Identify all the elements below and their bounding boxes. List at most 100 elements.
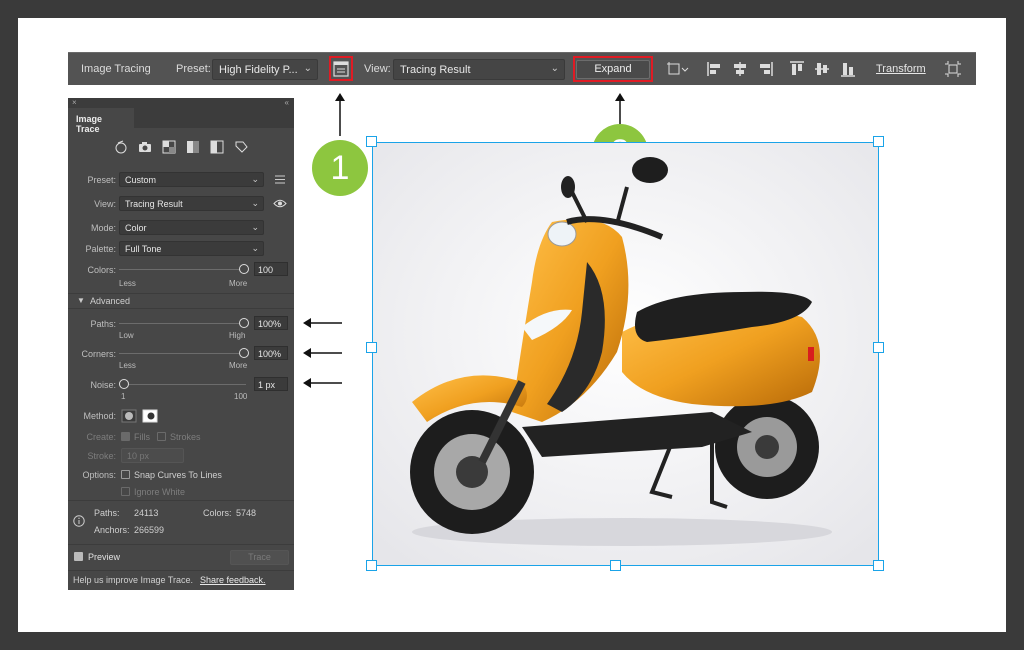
paths-min-label: Low xyxy=(119,331,134,340)
align-top-icon[interactable] xyxy=(788,60,806,78)
camera-icon[interactable] xyxy=(138,140,152,154)
isolate-icon[interactable] xyxy=(944,60,962,78)
close-icon[interactable]: × xyxy=(72,98,77,107)
view-dropdown[interactable]: Tracing Result ⌄ xyxy=(393,59,565,80)
resize-handle-top-right[interactable] xyxy=(873,136,884,147)
divider xyxy=(68,570,294,571)
preset-list-icon[interactable] xyxy=(274,174,286,185)
preset-icons-row xyxy=(68,138,294,158)
strokes-label: Strokes xyxy=(170,432,201,442)
colors-value-field[interactable]: 100 xyxy=(254,262,288,276)
preset-dropdown[interactable]: High Fidelity P... ⌄ xyxy=(212,59,318,80)
paths-row: Paths: 100% Low High xyxy=(68,316,294,346)
chevron-down-icon: ⌄ xyxy=(251,198,259,208)
panel-preset-dropdown[interactable]: Custom ⌄ xyxy=(119,172,264,187)
tab-image-trace[interactable]: Image Trace xyxy=(68,108,134,134)
stats-anchors-value: 266599 xyxy=(134,525,165,535)
align-left-icon[interactable] xyxy=(706,60,724,78)
chevron-down-icon: ⌄ xyxy=(550,63,559,74)
panel-preset-value: Custom xyxy=(125,175,157,185)
image-trace-panel: × « Image Trace Preset: Custom ⌄ View: Tr… xyxy=(68,98,294,590)
divider xyxy=(68,544,294,545)
arrow-left-noise xyxy=(303,378,342,388)
trace-button[interactable]: Trace xyxy=(230,550,289,565)
highlight-panel-icon xyxy=(329,56,353,81)
info-icon xyxy=(73,515,85,527)
paths-max-label: High xyxy=(229,331,246,340)
noise-slider-track[interactable] xyxy=(119,384,246,385)
paths-label: Paths: xyxy=(90,319,116,329)
collapse-icon[interactable]: « xyxy=(285,98,289,107)
transform-link[interactable]: Transform xyxy=(876,63,926,75)
panel-tab-row: Image Trace xyxy=(68,108,294,134)
chevron-down-icon: ⌄ xyxy=(303,63,312,74)
selection-bounding-box[interactable] xyxy=(372,142,879,566)
feedback-text: Help us improve Image Trace. xyxy=(73,575,194,585)
resize-handle-middle-right[interactable] xyxy=(873,342,884,353)
mode-value: Color xyxy=(125,223,147,233)
stats-paths-label: Paths: xyxy=(94,508,120,518)
paths-slider-knob[interactable] xyxy=(239,318,249,328)
colors-max-label: More xyxy=(229,279,248,288)
divider xyxy=(68,293,294,294)
options-label: Options: xyxy=(82,470,116,480)
method-abutting-icon[interactable] xyxy=(121,409,137,423)
corners-slider-track[interactable] xyxy=(119,353,246,354)
snap-curves-checkbox[interactable] xyxy=(121,470,130,479)
mode-dropdown[interactable]: Color ⌄ xyxy=(119,220,264,235)
colors-slider-knob[interactable] xyxy=(239,264,249,274)
callout-badge-1: 1 xyxy=(312,140,368,196)
noise-slider-knob[interactable] xyxy=(119,379,129,389)
chevron-down-icon: ⌄ xyxy=(251,243,259,253)
grayscale-icon[interactable] xyxy=(186,140,200,154)
arrow-up-2 xyxy=(615,93,625,124)
view-row-label: View: xyxy=(94,199,116,209)
strokes-checkbox[interactable] xyxy=(157,432,166,441)
auto-color-icon[interactable] xyxy=(114,140,128,154)
colors-min-label: Less xyxy=(119,279,136,288)
resize-handle-bottom-left[interactable] xyxy=(366,560,377,571)
image-tracing-label: Image Tracing xyxy=(81,63,151,75)
colors-label: Colors: xyxy=(87,265,116,275)
artboard-options-icon[interactable] xyxy=(666,60,690,78)
align-horizontal-center-icon[interactable] xyxy=(731,60,749,78)
colors-slider-track[interactable] xyxy=(119,269,246,270)
method-overlapping-icon[interactable] xyxy=(142,409,158,423)
stats-block: Paths: 24113 Colors: 5748 Anchors: 26659… xyxy=(68,508,294,538)
outline-icon[interactable] xyxy=(234,140,248,154)
panel-view-dropdown[interactable]: Tracing Result ⌄ xyxy=(119,196,264,211)
stats-colors-value: 5748 xyxy=(236,508,257,518)
create-label: Create: xyxy=(86,432,116,442)
resize-handle-middle-left[interactable] xyxy=(366,342,377,353)
preset-label: Preset: xyxy=(176,63,211,75)
noise-max-label: 100 xyxy=(234,392,248,401)
paths-value-field[interactable]: 100% xyxy=(254,316,288,330)
divider xyxy=(68,308,294,309)
noise-min-label: 1 xyxy=(121,392,126,401)
control-bar: Image Tracing Preset: High Fidelity P...… xyxy=(68,52,976,85)
noise-row: Noise: 1 px 1 100 xyxy=(68,377,294,407)
stroke-field[interactable]: 10 px xyxy=(121,448,184,463)
preview-checkbox[interactable] xyxy=(74,552,83,561)
paths-slider-track[interactable] xyxy=(119,323,246,324)
resize-handle-bottom-center[interactable] xyxy=(610,560,621,571)
low-color-icon[interactable] xyxy=(162,140,176,154)
resize-handle-bottom-right[interactable] xyxy=(873,560,884,571)
align-vertical-center-icon[interactable] xyxy=(813,60,831,78)
corners-slider-knob[interactable] xyxy=(239,348,249,358)
align-bottom-icon[interactable] xyxy=(839,60,857,78)
fills-checkbox[interactable] xyxy=(121,432,130,441)
align-right-icon[interactable] xyxy=(756,60,774,78)
advanced-label: Advanced xyxy=(90,296,131,306)
ignore-white-checkbox[interactable] xyxy=(121,487,130,496)
resize-handle-top-left[interactable] xyxy=(366,136,377,147)
eye-icon[interactable] xyxy=(273,198,287,209)
share-feedback-link[interactable]: Share feedback. xyxy=(200,575,266,585)
stats-colors-label: Colors: xyxy=(203,508,232,518)
corners-value-field[interactable]: 100% xyxy=(254,346,288,360)
arrow-up-1 xyxy=(335,93,345,136)
noise-value-field[interactable]: 1 px xyxy=(254,377,288,391)
palette-dropdown[interactable]: Full Tone ⌄ xyxy=(119,241,264,256)
divider xyxy=(68,500,294,501)
black-white-icon[interactable] xyxy=(210,140,224,154)
